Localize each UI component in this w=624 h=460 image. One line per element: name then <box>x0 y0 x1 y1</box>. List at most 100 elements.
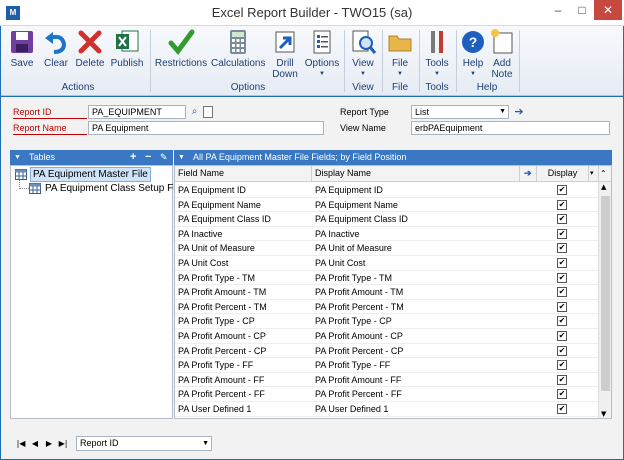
tree-item-label: PA Equipment Class Setup File <box>45 183 184 194</box>
tools-label: Tools <box>425 58 449 69</box>
display-checkbox[interactable]: ✔ <box>557 272 567 283</box>
table-row[interactable]: PA Unit of Measure PA Unit of Measure ✔ <box>175 241 599 256</box>
report-type-select[interactable]: List ▼ <box>411 105 509 119</box>
display-checkbox[interactable]: ✔ <box>557 287 567 298</box>
drill-down-icon <box>275 31 295 53</box>
add-note-button[interactable]: Add Note <box>488 28 516 80</box>
close-button[interactable]: ✕ <box>594 0 622 20</box>
save-button[interactable]: Save <box>7 28 37 69</box>
table-row[interactable]: PA User Defined 1 PA User Defined 1 ✔ <box>175 402 599 417</box>
display-checkbox[interactable]: ✔ <box>557 404 567 414</box>
column-header-display-name[interactable]: Display Name <box>312 166 520 182</box>
last-record-icon[interactable]: ▶| <box>57 438 69 450</box>
display-name-cell[interactable]: PA Equipment ID <box>315 183 383 197</box>
display-checkbox[interactable]: ✔ <box>557 228 567 239</box>
sort-by-select[interactable]: Report ID ▼ <box>76 436 212 451</box>
display-checkbox[interactable]: ✔ <box>557 185 567 195</box>
table-row[interactable]: PA Profit Type - TM PA Profit Type - TM ✔ <box>175 271 599 286</box>
report-name-field[interactable]: PA Equipment <box>88 121 324 135</box>
add-table-button[interactable]: + <box>130 150 136 165</box>
table-row[interactable]: PA Inactive PA Inactive ✔ <box>175 227 599 242</box>
display-checkbox[interactable]: ✔ <box>557 389 567 400</box>
column-header-display[interactable]: Display <box>537 166 589 182</box>
field-name-cell: PA Profit Amount - TM <box>178 287 267 298</box>
display-name-cell[interactable]: PA Profit Amount - CP <box>315 329 403 343</box>
table-row[interactable]: PA Profit Percent - TM PA Profit Percent … <box>175 300 599 315</box>
maximize-button[interactable]: □ <box>570 0 594 20</box>
calculations-button[interactable]: Calculations <box>211 28 265 69</box>
display-name-cell[interactable]: PA Equipment Class ID <box>315 212 408 226</box>
options-list-icon <box>313 30 331 54</box>
display-name-cell[interactable]: PA Inactive <box>315 227 359 241</box>
drill-down-label-2: Down <box>272 69 298 80</box>
tools-group-label: Tools <box>425 82 449 93</box>
table-row[interactable]: PA Profit Percent - FF PA Profit Percent … <box>175 387 599 402</box>
folder-icon <box>388 35 412 52</box>
table-row[interactable]: PA Profit Percent - CP PA Profit Percent … <box>175 344 599 359</box>
table-row[interactable]: PA Equipment ID PA Equipment ID ✔ <box>175 183 599 198</box>
column-menu-icon[interactable]: ▾ <box>589 166 599 182</box>
vertical-scrollbar[interactable]: ▲ ▼ <box>598 182 611 418</box>
view-button[interactable]: View ▼ <box>348 28 378 80</box>
display-name-cell[interactable]: PA Profit Amount - TM <box>315 285 403 299</box>
next-record-icon[interactable]: ▶ <box>43 438 55 450</box>
previous-record-icon[interactable]: ◀ <box>29 438 41 450</box>
display-name-cell[interactable]: PA Profit Percent - CP <box>315 344 403 358</box>
options-button[interactable]: Options ▼ <box>303 28 341 80</box>
display-checkbox[interactable]: ✔ <box>557 243 567 254</box>
display-name-cell[interactable]: PA Unit Cost <box>315 256 365 270</box>
scrollbar-thumb[interactable] <box>601 196 610 391</box>
tools-button[interactable]: Tools ▼ <box>422 28 452 80</box>
minimize-button[interactable]: – <box>546 0 570 20</box>
display-name-cell[interactable]: PA Profit Percent - TM <box>315 300 404 314</box>
display-checkbox[interactable]: ✔ <box>557 214 567 225</box>
edit-pencil-icon[interactable]: ✎ <box>160 150 168 165</box>
display-name-cell[interactable]: PA Profit Type - FF <box>315 358 390 372</box>
display-name-cell[interactable]: PA Profit Type - TM <box>315 271 392 285</box>
table-row[interactable]: PA Unit Cost PA Unit Cost ✔ <box>175 256 599 271</box>
remove-table-button[interactable]: − <box>145 150 151 165</box>
add-note-label-1: Add <box>493 58 511 69</box>
clear-button[interactable]: Clear <box>41 28 71 69</box>
display-checkbox[interactable]: ✔ <box>557 345 567 356</box>
scroll-down-icon[interactable]: ▼ <box>601 410 606 418</box>
display-checkbox[interactable]: ✔ <box>557 199 567 210</box>
table-row[interactable]: PA Equipment Name PA Equipment Name ✔ <box>175 198 599 213</box>
table-row[interactable]: PA Equipment Class ID PA Equipment Class … <box>175 212 599 227</box>
report-id-field[interactable]: PA_EQUIPMENT <box>88 105 186 119</box>
publish-button[interactable]: Publish <box>109 28 145 69</box>
restrictions-button[interactable]: Restrictions <box>154 28 208 69</box>
lookup-magnifier-icon[interactable]: ⌕ <box>188 105 201 119</box>
table-row[interactable]: PA Profit Amount - TM PA Profit Amount - … <box>175 285 599 300</box>
table-row[interactable]: PA Profit Amount - FF PA Profit Amount - … <box>175 373 599 388</box>
help-button[interactable]: ? Help ▼ <box>459 28 487 80</box>
table-row[interactable]: PA Profit Type - FF PA Profit Type - FF ✔ <box>175 358 599 373</box>
table-row[interactable]: PA Profit Amount - CP PA Profit Amount - … <box>175 329 599 344</box>
delete-button[interactable]: Delete <box>74 28 106 69</box>
display-name-cell[interactable]: PA Equipment Name <box>315 198 398 212</box>
display-name-cell[interactable]: PA Unit of Measure <box>315 241 392 255</box>
view-name-field[interactable]: erbPAEquipment <box>411 121 610 135</box>
display-checkbox[interactable]: ✔ <box>557 316 567 327</box>
display-checkbox[interactable]: ✔ <box>557 374 567 385</box>
column-header-field-name[interactable]: Field Name <box>175 166 312 182</box>
display-name-cell[interactable]: PA Profit Type - CP <box>315 314 392 328</box>
drill-down-button[interactable]: Drill Down <box>269 28 301 80</box>
scroll-up-icon[interactable]: ▲ <box>601 183 606 191</box>
file-button[interactable]: File ▼ <box>385 28 415 80</box>
collapse-up-icon[interactable]: ⌃ <box>599 166 611 182</box>
first-record-icon[interactable]: |◀ <box>15 438 27 450</box>
display-checkbox[interactable]: ✔ <box>557 360 567 371</box>
display-checkbox[interactable]: ✔ <box>557 301 567 312</box>
display-name-cell[interactable]: PA Profit Amount - FF <box>315 373 401 387</box>
copy-arrow-icon[interactable]: ➔ <box>520 166 537 182</box>
new-document-icon[interactable] <box>203 106 213 118</box>
display-name-cell[interactable]: PA Profit Percent - FF <box>315 387 402 401</box>
chevron-down-icon: ▼ <box>397 71 403 77</box>
display-name-cell[interactable]: PA User Defined 1 <box>315 402 388 416</box>
field-name-cell: PA Unit Cost <box>178 258 229 268</box>
go-arrow-icon[interactable]: ➔ <box>512 105 526 119</box>
display-checkbox[interactable]: ✔ <box>557 258 567 268</box>
table-row[interactable]: PA Profit Type - CP PA Profit Type - CP ✔ <box>175 314 599 329</box>
display-checkbox[interactable]: ✔ <box>557 331 567 341</box>
